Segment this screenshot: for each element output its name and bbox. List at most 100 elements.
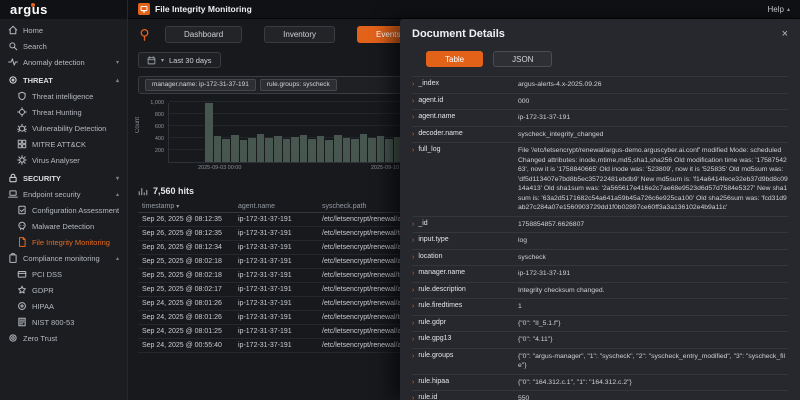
expand-icon[interactable]: ›	[412, 269, 414, 278]
histogram-bar	[231, 135, 239, 161]
threat-icon	[8, 75, 18, 85]
sidebar-item-gdpr[interactable]: GDPR	[0, 282, 127, 298]
expand-icon[interactable]: ›	[412, 220, 414, 229]
expand-icon[interactable]: ›	[412, 80, 414, 89]
chevron-down-icon: ▾	[161, 57, 164, 64]
tab-label: Dashboard	[184, 30, 223, 39]
panel-tab-table[interactable]: Table	[426, 51, 483, 67]
tab-inventory[interactable]: Inventory	[264, 26, 335, 43]
column-header-agent-name[interactable]: agent.name	[234, 201, 318, 213]
field-value: {"0": "164.312.c.1", "1": "164.312.c.2"}	[518, 378, 788, 388]
sidebar-item-malware-detection[interactable]: Malware Detection	[0, 218, 127, 234]
histogram-bar	[368, 138, 376, 161]
filter-chip[interactable]: rule.groups: syscheck	[260, 79, 337, 91]
expand-icon[interactable]: ›	[412, 236, 414, 245]
y-axis-label: 400	[155, 136, 164, 142]
sidebar-item-nist-800-53[interactable]: NIST 800-53	[0, 314, 127, 330]
sidebar-item-file-integrity-monitoring[interactable]: File Integrity Monitoring	[0, 234, 127, 250]
chevron-up-icon: ▴	[116, 255, 119, 262]
help-label: Help	[768, 5, 784, 14]
brand-logo[interactable]: argus	[0, 0, 127, 19]
field-name: rule.groups	[418, 352, 453, 359]
time-range-picker[interactable]: ▾ Last 30 days	[138, 52, 221, 68]
hipaa-icon	[17, 301, 27, 311]
expand-icon[interactable]: ›	[412, 335, 414, 344]
sidebar-item-security[interactable]: SECURITY▾	[0, 170, 127, 186]
sidebar-item-label: Threat intelligence	[32, 92, 93, 101]
sidebar-item-home[interactable]: Home	[0, 22, 127, 38]
field-name: manager.name	[418, 269, 465, 276]
sidebar-item-mitre-att-ck[interactable]: MITRE ATT&CK	[0, 136, 127, 152]
sidebar-item-threat[interactable]: THREAT▴	[0, 72, 127, 88]
sidebar-item-virus-analyser[interactable]: Virus Analyser	[0, 152, 127, 168]
expand-icon[interactable]: ›	[412, 97, 414, 106]
field-key: › rule.description	[412, 286, 518, 296]
expand-icon[interactable]: ›	[412, 378, 414, 387]
y-axis-title: Count	[135, 117, 141, 133]
tab-label: Events	[376, 30, 400, 39]
field-key: ›_id	[412, 220, 518, 230]
sidebar-item-compliance-monitoring[interactable]: Compliance monitoring▴	[0, 250, 127, 266]
expand-icon[interactable]: ›	[412, 394, 414, 400]
sidebar-item-configuration-assessment[interactable]: Configuration Assessment	[0, 202, 127, 218]
help-button[interactable]: Help ▴	[768, 5, 790, 14]
expand-icon[interactable]: ›	[412, 113, 414, 122]
detail-row: ›manager.nameip-172-31-37-191	[412, 266, 788, 283]
histogram-bar	[385, 139, 393, 161]
field-value: {"0": "argus-manager", "1": "syscheck", …	[518, 352, 788, 371]
home-icon	[8, 25, 18, 35]
sidebar-item-label: Threat Hunting	[32, 108, 82, 117]
expand-icon[interactable]: ›	[412, 302, 414, 311]
cell-agent-name: ip-172-31-37-191	[234, 212, 318, 226]
field-key: ›agent.id	[412, 97, 518, 107]
histogram-bar	[351, 139, 359, 162]
field-key: ›location	[412, 253, 518, 263]
module-pin-icon[interactable]	[138, 28, 151, 41]
expand-icon[interactable]: ›	[412, 352, 414, 361]
sidebar-item-threat-hunting[interactable]: Threat Hunting	[0, 104, 127, 120]
sidebar-item-endpoint-security[interactable]: Endpoint security▴	[0, 186, 127, 202]
sidebar-item-anomaly-detection[interactable]: Anomaly detection▾	[0, 54, 127, 70]
expand-icon[interactable]: ›	[412, 319, 414, 328]
sidebar-item-vulnerability-detection[interactable]: Vulnerability Detection	[0, 120, 127, 136]
detail-row: ›decoder.namesyscheck_integrity_changed	[412, 127, 788, 144]
sort-desc-icon: ▾	[176, 204, 179, 210]
expand-icon[interactable]: ›	[412, 253, 414, 262]
histogram-bar	[214, 136, 222, 161]
field-name: rule.id	[418, 394, 437, 400]
histogram-bar	[325, 140, 333, 162]
panel-tab-json[interactable]: JSON	[493, 51, 552, 67]
close-icon[interactable]: ×	[782, 29, 788, 40]
cell-agent-name: ip-172-31-37-191	[234, 226, 318, 240]
sidebar-item-hipaa[interactable]: HIPAA	[0, 298, 127, 314]
tab-label: Inventory	[283, 30, 316, 39]
field-key: ›rule.firedtimes	[412, 302, 518, 312]
expand-icon[interactable]: ›	[412, 146, 414, 155]
expand-icon[interactable]: ›	[412, 286, 414, 295]
panel-body[interactable]: ›_indexargus-alerts-4.x-2025.09.26›agent…	[400, 76, 800, 400]
panel-tabs: Table JSON	[400, 46, 800, 76]
histogram-bar	[334, 135, 342, 161]
sidebar-item-label: Virus Analyser	[32, 156, 80, 165]
y-axis-label: 200	[155, 148, 164, 154]
pci-dss-icon	[17, 269, 27, 279]
detail-row: ›rule.id550	[412, 391, 788, 400]
column-header-timestamp[interactable]: timestamp▾	[138, 201, 234, 213]
sidebar-item-threat-intelligence[interactable]: Threat intelligence	[0, 88, 127, 104]
cell-timestamp: Sep 24, 2025 @ 00:55:40	[138, 338, 234, 352]
sidebar-item-search[interactable]: Search	[0, 38, 127, 54]
sidebar-item-pci-dss[interactable]: PCI DSS	[0, 266, 127, 282]
expand-icon[interactable]: ›	[412, 130, 414, 139]
cell-timestamp: Sep 26, 2025 @ 08:12:34	[138, 240, 234, 254]
histogram-bar	[283, 139, 291, 161]
cell-agent-name: ip-172-31-37-191	[234, 310, 318, 324]
tab-dashboard[interactable]: Dashboard	[165, 26, 242, 43]
field-name: full_log	[418, 146, 440, 153]
field-key: ›_index	[412, 80, 518, 90]
virus-analyser-icon	[17, 155, 27, 165]
field-key: › full_log	[412, 146, 518, 213]
field-key: › rule.groups	[412, 352, 518, 371]
sidebar-item-zero-trust[interactable]: Zero Trust	[0, 330, 127, 346]
filter-chip[interactable]: manager.name: ip-172-31-37-191	[145, 79, 256, 91]
field-name: rule.description	[418, 286, 465, 293]
